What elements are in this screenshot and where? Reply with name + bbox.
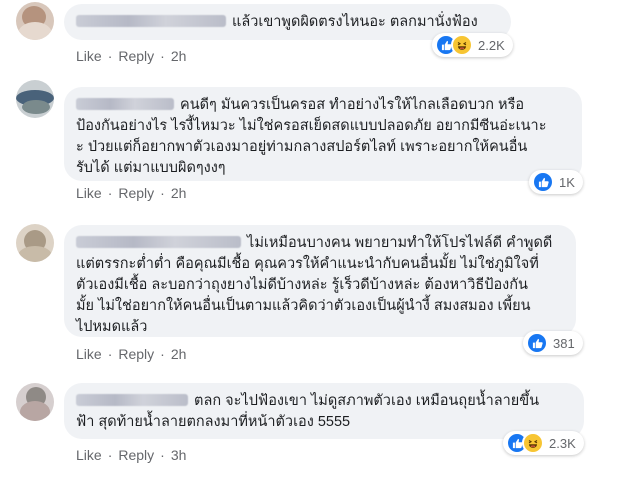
timestamp[interactable]: 3h (171, 447, 187, 463)
reply-link[interactable]: Reply (118, 346, 154, 362)
reaction-summary[interactable]: 1K (529, 170, 583, 194)
timestamp[interactable]: 2h (171, 185, 187, 201)
reaction-count: 2.2K (478, 37, 505, 53)
author-name[interactable] (76, 394, 188, 406)
comment-actions: Like · Reply · 2h (76, 185, 186, 201)
avatar[interactable] (16, 80, 54, 118)
comment-actions: Like · Reply · 3h (76, 447, 186, 463)
separator-dot: · (160, 447, 165, 463)
like-icon (532, 171, 554, 193)
comment-bubble: ไม่เหมือนบางคน พยายามทำให้โปรไฟล์ดี คำพู… (64, 225, 576, 337)
reaction-count: 1K (559, 174, 575, 190)
like-link[interactable]: Like (76, 346, 102, 362)
haha-icon (522, 432, 544, 454)
author-name[interactable] (76, 15, 226, 27)
separator-dot: · (160, 346, 165, 362)
separator-dot: · (107, 48, 113, 64)
comment-actions: Like · Reply · 2h (76, 346, 186, 362)
comment-actions: Like · Reply · 2h (76, 48, 186, 64)
reply-link[interactable]: Reply (118, 185, 154, 201)
avatar[interactable] (16, 2, 54, 40)
comment-text: แล้วเขาพูดผิดตรงไหนอะ ตลกมานั่งฟ้อง (232, 14, 478, 30)
comment-bubble: คนดีๆ มันควรเป็นครอส ทำอย่างไรให้ไกลเลือ… (64, 87, 582, 181)
author-name[interactable] (76, 236, 241, 248)
comment-text: ไม่เหมือนบางคน พยายามทำให้โปรไฟล์ดี คำพู… (76, 235, 553, 335)
reaction-summary[interactable]: 2.2K (432, 33, 513, 57)
separator-dot: · (160, 185, 165, 201)
reaction-summary[interactable]: 2.3K (503, 431, 584, 455)
timestamp[interactable]: 2h (171, 346, 187, 362)
like-link[interactable]: Like (76, 447, 102, 463)
reply-link[interactable]: Reply (118, 447, 154, 463)
separator-dot: · (107, 346, 113, 362)
reaction-count: 381 (553, 335, 575, 351)
like-link[interactable]: Like (76, 185, 102, 201)
author-name[interactable] (76, 98, 174, 110)
separator-dot: · (107, 447, 113, 463)
avatar[interactable] (16, 383, 54, 421)
separator-dot: · (160, 48, 165, 64)
like-link[interactable]: Like (76, 48, 102, 64)
separator-dot: · (107, 185, 113, 201)
reply-link[interactable]: Reply (118, 48, 154, 64)
haha-icon (451, 34, 473, 56)
reaction-count: 2.3K (549, 435, 576, 451)
like-icon (526, 332, 548, 354)
reaction-summary[interactable]: 381 (523, 331, 583, 355)
comment-bubble: ตลก จะไปฟ้องเขา ไม่ดูสภาพตัวเอง เหมือนถุ… (64, 383, 584, 439)
avatar[interactable] (16, 224, 54, 262)
timestamp[interactable]: 2h (171, 48, 187, 64)
